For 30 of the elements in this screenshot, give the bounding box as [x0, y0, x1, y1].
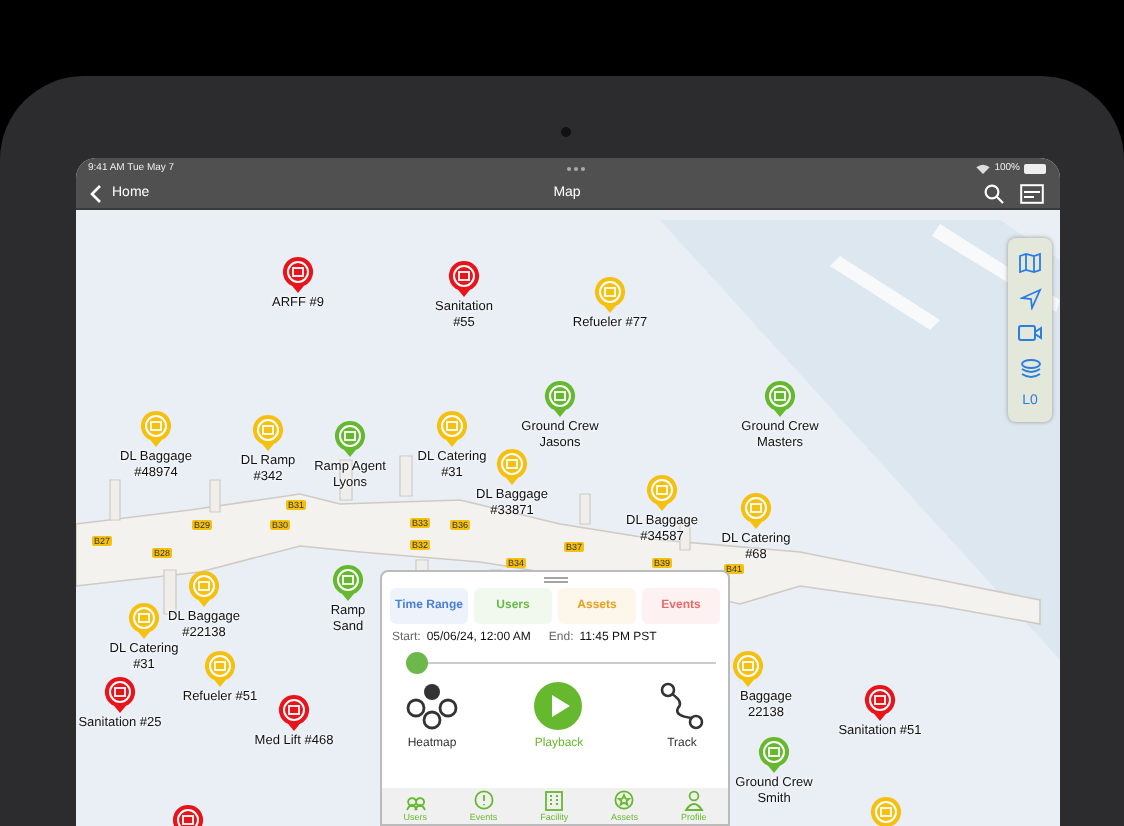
- camera-icon: [560, 126, 572, 138]
- assets-icon: [614, 790, 635, 812]
- id-card-icon[interactable]: [1020, 183, 1044, 203]
- map-pin[interactable]: [448, 260, 480, 298]
- map-pin[interactable]: [764, 380, 796, 418]
- video-camera-icon[interactable]: [1018, 324, 1042, 343]
- wifi-icon: [976, 163, 991, 173]
- map-pin[interactable]: [544, 380, 576, 418]
- layers-icon[interactable]: [1019, 357, 1041, 380]
- map-icon[interactable]: [1018, 251, 1042, 274]
- route-icon: [659, 682, 704, 730]
- search-icon[interactable]: [984, 183, 1004, 203]
- drag-handle-icon[interactable]: [543, 576, 567, 584]
- heatmap-icon: [406, 682, 458, 730]
- navigation-icon[interactable]: [1019, 288, 1041, 311]
- profile-icon: [683, 790, 704, 812]
- battery-icon: [1023, 163, 1048, 173]
- map-pin[interactable]: [864, 684, 896, 722]
- play-icon: [534, 682, 583, 730]
- events-icon: [473, 790, 494, 812]
- map-pin[interactable]: [332, 564, 364, 602]
- map-pin[interactable]: [278, 694, 310, 732]
- back-icon[interactable]: [90, 183, 102, 203]
- map-pin[interactable]: [282, 256, 314, 294]
- multitask-icon: [565, 165, 586, 171]
- map-pin[interactable]: [758, 736, 790, 774]
- map-pin[interactable]: [334, 420, 366, 458]
- slider-thumb[interactable]: [406, 652, 428, 674]
- facility-icon: [544, 790, 565, 812]
- map-pin[interactable]: [104, 676, 136, 714]
